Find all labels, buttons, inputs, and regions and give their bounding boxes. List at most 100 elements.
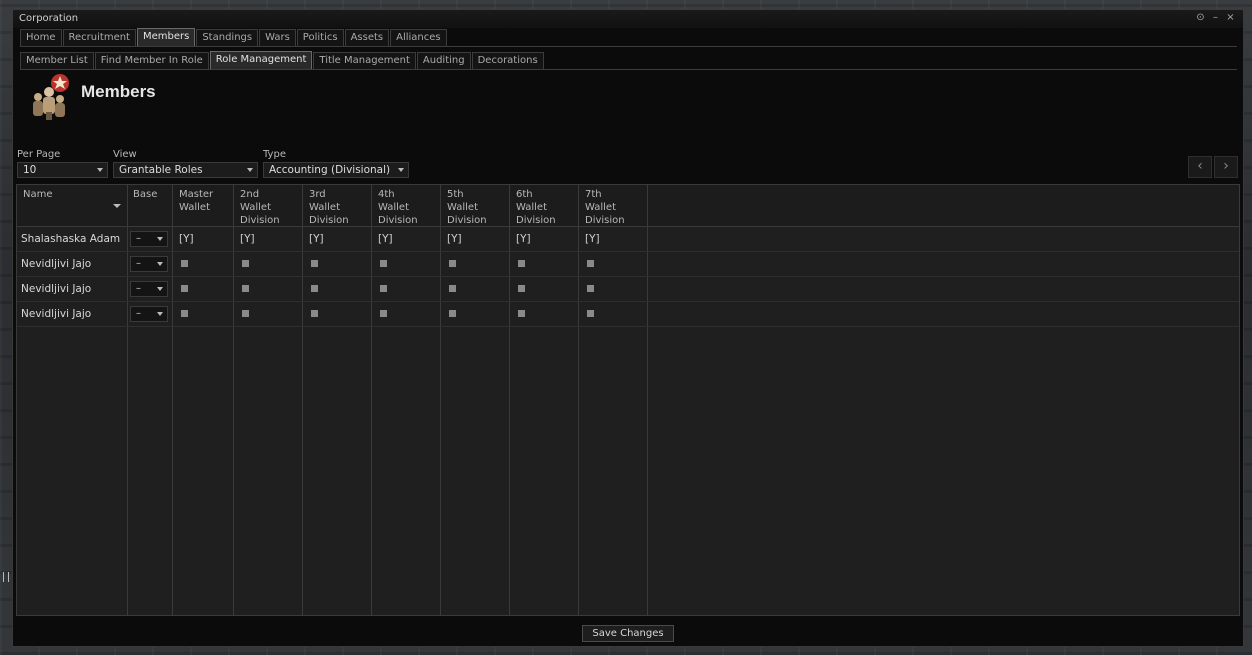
tab-politics[interactable]: Politics [296, 29, 344, 46]
base-role-value: – [136, 308, 141, 319]
role-checkbox[interactable] [380, 310, 387, 317]
role-checkbox[interactable] [311, 285, 318, 292]
role-checkbox[interactable] [518, 260, 525, 267]
type-select[interactable]: Accounting (Divisional) [263, 162, 409, 178]
member-name: Shalashaska Adam [21, 233, 121, 245]
tab-members[interactable]: Members [136, 28, 196, 46]
role-checkbox[interactable] [311, 310, 318, 317]
window-settings-icon[interactable]: ⊙ [1196, 12, 1205, 24]
role-checkbox[interactable] [587, 310, 594, 317]
column-header-2nd-wallet[interactable]: 2nd Wallet Division [240, 188, 280, 227]
role-granted-cell[interactable]: [Y] [240, 233, 255, 245]
corporation-window: Corporation ⊙ – × Home Recruitment Membe… [12, 9, 1244, 647]
role-checkbox[interactable] [449, 260, 456, 267]
role-checkbox[interactable] [518, 285, 525, 292]
view-filter: View Grantable Roles [113, 149, 258, 178]
role-granted-cell[interactable]: [Y] [309, 233, 324, 245]
role-checkbox[interactable] [380, 260, 387, 267]
members-icon [28, 72, 72, 122]
role-checkbox[interactable] [181, 310, 188, 317]
base-role-value: – [136, 283, 141, 294]
role-checkbox[interactable] [242, 285, 249, 292]
role-granted-cell[interactable]: [Y] [516, 233, 531, 245]
role-checkbox[interactable] [242, 260, 249, 267]
role-checkbox[interactable] [181, 260, 188, 267]
column-header-master-wallet[interactable]: Master Wallet [179, 188, 213, 214]
per-page-select[interactable]: 10 [17, 162, 108, 178]
view-value: Grantable Roles [119, 164, 203, 176]
chevron-down-icon [157, 287, 163, 291]
role-checkbox[interactable] [311, 260, 318, 267]
role-checkbox[interactable] [449, 285, 456, 292]
roles-table: Name Base Master Wallet 2nd Wallet Divis… [16, 184, 1240, 616]
tab-wars[interactable]: Wars [259, 29, 296, 46]
tab-assets[interactable]: Assets [344, 29, 390, 46]
table-row[interactable]: Nevidljivi Jajo – [17, 277, 1239, 302]
side-panel-handle[interactable] [3, 572, 9, 582]
column-header-3rd-wallet[interactable]: 3rd Wallet Division [309, 188, 349, 227]
tab-auditing[interactable]: Auditing [416, 52, 471, 69]
tab-member-list[interactable]: Member List [20, 52, 94, 69]
member-name: Nevidljivi Jajo [21, 283, 92, 295]
role-checkbox[interactable] [587, 260, 594, 267]
tab-decorations[interactable]: Decorations [471, 52, 544, 69]
column-header-5th-wallet[interactable]: 5th Wallet Division [447, 188, 487, 227]
page-title: Members [81, 82, 156, 101]
role-checkbox[interactable] [181, 285, 188, 292]
table-header: Name Base Master Wallet 2nd Wallet Divis… [17, 185, 1239, 227]
column-header-7th-wallet[interactable]: 7th Wallet Division [585, 188, 625, 227]
table-row[interactable]: Shalashaska Adam – [Y] [Y] [Y] [Y] [Y] [… [17, 227, 1239, 252]
role-checkbox[interactable] [242, 310, 249, 317]
base-role-select[interactable]: – [130, 256, 168, 272]
per-page-filter: Per Page 10 [17, 149, 108, 178]
tab-alliances[interactable]: Alliances [390, 29, 447, 46]
tab-title-management[interactable]: Title Management [313, 52, 416, 69]
close-icon[interactable]: × [1226, 12, 1235, 24]
role-checkbox[interactable] [449, 310, 456, 317]
sort-descending-icon[interactable] [113, 204, 121, 208]
chevron-down-icon [398, 168, 404, 172]
next-page-button[interactable]: › [1214, 156, 1238, 178]
chevron-down-icon [157, 237, 163, 241]
pager: ‹ › [1188, 156, 1238, 178]
chevron-down-icon [247, 168, 253, 172]
table-row[interactable]: Nevidljivi Jajo – [17, 252, 1239, 277]
role-granted-cell[interactable]: [Y] [585, 233, 600, 245]
view-label: View [113, 149, 137, 160]
type-label: Type [263, 149, 286, 160]
tab-home[interactable]: Home [20, 29, 62, 46]
role-granted-cell[interactable]: [Y] [378, 233, 393, 245]
type-filter: Type Accounting (Divisional) [263, 149, 409, 178]
previous-page-button[interactable]: ‹ [1188, 156, 1212, 178]
tab-standings[interactable]: Standings [196, 29, 259, 46]
tab-find-member-in-role[interactable]: Find Member In Role [94, 52, 209, 69]
save-changes-button[interactable]: Save Changes [582, 625, 674, 642]
per-page-label: Per Page [17, 149, 61, 160]
base-role-select[interactable]: – [130, 281, 168, 297]
base-role-select[interactable]: – [130, 231, 168, 247]
role-checkbox[interactable] [587, 285, 594, 292]
member-name: Nevidljivi Jajo [21, 258, 92, 270]
column-header-base[interactable]: Base [133, 188, 157, 201]
chevron-down-icon [157, 312, 163, 316]
column-header-name[interactable]: Name [23, 188, 53, 201]
type-value: Accounting (Divisional) [269, 164, 391, 176]
chevron-down-icon [157, 262, 163, 266]
tab-role-management[interactable]: Role Management [209, 51, 313, 69]
tab-divider [20, 46, 1237, 47]
main-tabs: Home Recruitment Members Standings Wars … [20, 28, 447, 46]
role-checkbox[interactable] [518, 310, 525, 317]
tab-recruitment[interactable]: Recruitment [62, 29, 136, 46]
subtab-divider [20, 69, 1237, 70]
role-checkbox[interactable] [380, 285, 387, 292]
base-role-value: – [136, 258, 141, 269]
view-select[interactable]: Grantable Roles [113, 162, 258, 178]
title-bar[interactable]: Corporation ⊙ – × [13, 10, 1243, 28]
table-row[interactable]: Nevidljivi Jajo – [17, 302, 1239, 327]
column-header-4th-wallet[interactable]: 4th Wallet Division [378, 188, 418, 227]
role-granted-cell[interactable]: [Y] [179, 233, 194, 245]
minimize-icon[interactable]: – [1211, 12, 1220, 24]
base-role-select[interactable]: – [130, 306, 168, 322]
role-granted-cell[interactable]: [Y] [447, 233, 462, 245]
column-header-6th-wallet[interactable]: 6th Wallet Division [516, 188, 556, 227]
